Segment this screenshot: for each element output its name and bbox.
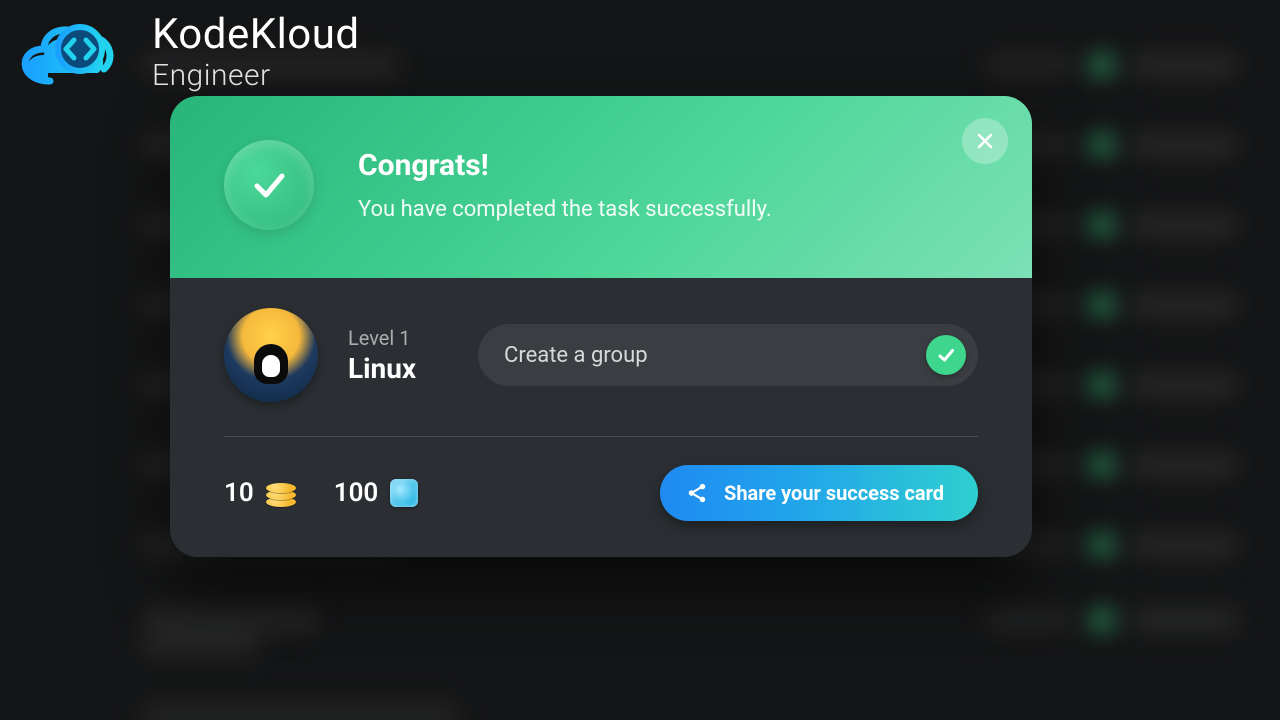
task-status-check-icon bbox=[926, 335, 966, 375]
success-modal: Congrats! You have completed the task su… bbox=[170, 96, 1032, 557]
reward-coins-value: 10 bbox=[224, 478, 254, 508]
brand-header: KodeKloud Engineer bbox=[14, 8, 360, 98]
task-pill: Create a group bbox=[478, 324, 978, 386]
modal-header: Congrats! You have completed the task su… bbox=[170, 96, 1032, 278]
reward-coins: 10 bbox=[224, 478, 296, 508]
close-icon bbox=[975, 131, 995, 151]
share-button-label: Share your success card bbox=[724, 481, 944, 505]
modal-title: Congrats! bbox=[358, 148, 772, 183]
brand-subtitle: Engineer bbox=[152, 58, 360, 93]
brand-logo-icon bbox=[14, 8, 124, 98]
brand-title: KodeKloud bbox=[152, 13, 360, 57]
success-check-icon bbox=[224, 140, 314, 230]
modal-body: Level 1 Linux Create a group 10 bbox=[170, 278, 1032, 557]
divider bbox=[224, 436, 978, 437]
close-button[interactable] bbox=[962, 118, 1008, 164]
modal-subtitle: You have completed the task successfully… bbox=[358, 197, 772, 222]
reward-gems: 100 bbox=[334, 478, 419, 508]
course-name: Linux bbox=[348, 352, 448, 385]
rewards-row: 10 100 Share your success card bbox=[224, 465, 978, 521]
course-badge-icon bbox=[224, 308, 318, 402]
task-name: Create a group bbox=[504, 343, 648, 368]
share-icon bbox=[686, 482, 708, 504]
course-level: Level 1 bbox=[348, 326, 448, 350]
coins-icon bbox=[266, 479, 296, 507]
task-row: Level 1 Linux Create a group bbox=[224, 308, 978, 402]
gem-icon bbox=[390, 479, 418, 507]
share-button[interactable]: Share your success card bbox=[660, 465, 978, 521]
reward-gems-value: 100 bbox=[334, 478, 379, 508]
